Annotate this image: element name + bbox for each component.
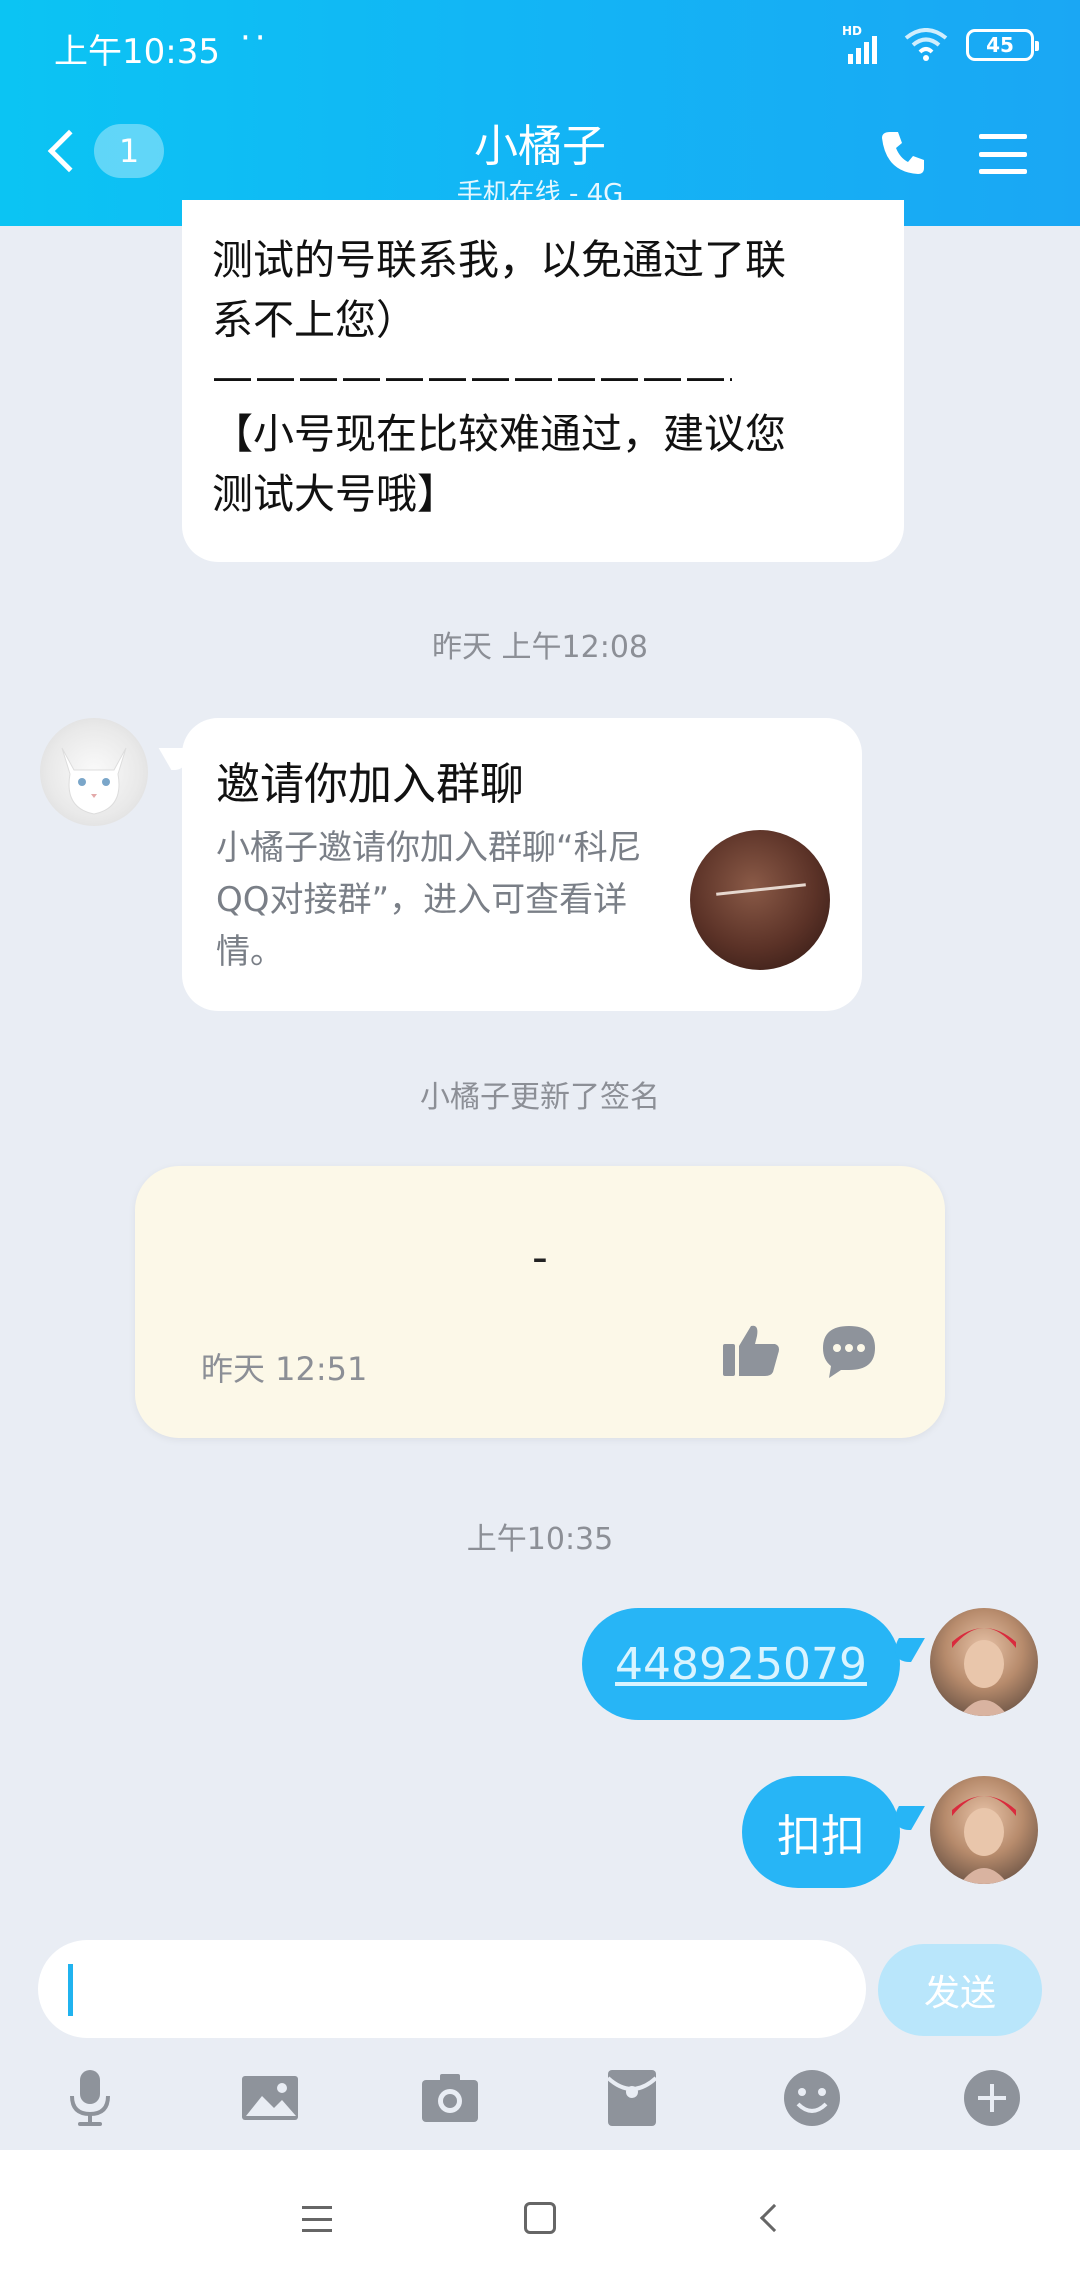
- image-icon[interactable]: [238, 2066, 302, 2130]
- incoming-message-bubble[interactable]: 测试的号联系我，以免通过了联 系不上您） —————————————————— …: [182, 200, 904, 562]
- message-input[interactable]: [38, 1940, 866, 2038]
- signal-icon: HD: [842, 24, 886, 64]
- group-avatar: [690, 830, 830, 970]
- plus-icon[interactable]: [960, 2066, 1024, 2130]
- signature-card[interactable]: - 昨天 12:51: [135, 1166, 945, 1438]
- phone-icon[interactable]: [878, 128, 928, 178]
- group-invite-card[interactable]: 邀请你加入群聊 小橘子邀请你加入群聊“科尼QQ对接群”，进入可查看详情。: [182, 718, 862, 1011]
- invite-description: 小橘子邀请你加入群聊“科尼QQ对接群”，进入可查看详情。: [216, 828, 642, 972]
- contact-avatar[interactable]: [40, 718, 148, 826]
- timestamp: 上午10:35: [466, 1522, 614, 1557]
- menu-icon[interactable]: [979, 134, 1027, 174]
- my-avatar[interactable]: [930, 1608, 1038, 1716]
- message-line: 测试大号哦】: [212, 470, 458, 518]
- wifi-icon: [904, 28, 948, 61]
- text-cursor: [68, 1964, 73, 2016]
- signature-text: -: [532, 1232, 548, 1283]
- message-link[interactable]: 448925079: [615, 1639, 867, 1690]
- red-packet-icon[interactable]: [600, 2066, 664, 2130]
- thumbs-up-icon[interactable]: [721, 1322, 781, 1378]
- message-line: 【小号现在比较难通过，建议您: [212, 410, 786, 458]
- outgoing-message-bubble[interactable]: 448925079: [582, 1608, 900, 1720]
- battery-indicator: 45: [966, 29, 1039, 61]
- recents-icon[interactable]: [302, 2206, 332, 2232]
- back-icon[interactable]: [759, 2203, 789, 2233]
- system-navigation-bar: [0, 2150, 1080, 2280]
- message-line: 测试的号联系我，以免通过了联: [212, 236, 786, 284]
- status-icons: HD 45: [842, 24, 1039, 64]
- signature-time: 昨天 12:51: [201, 1350, 368, 1388]
- system-notice: 小橘子更新了签名: [420, 1080, 660, 1115]
- message-line: 系不上您）: [212, 296, 417, 344]
- status-time: 上午10:35: [54, 32, 220, 72]
- timestamp: 昨天 上午12:08: [432, 630, 648, 665]
- status-notification-dots: ··: [240, 18, 270, 58]
- outgoing-message-bubble[interactable]: 扣扣: [742, 1776, 900, 1888]
- microphone-icon[interactable]: [58, 2066, 122, 2130]
- top-header: 上午10:35 ·· HD 45 1 小橘子 手机在线 - 4G: [0, 0, 1080, 226]
- camera-icon[interactable]: [418, 2066, 482, 2130]
- emoji-icon[interactable]: [780, 2066, 844, 2130]
- my-avatar[interactable]: [930, 1776, 1038, 1884]
- invite-title: 邀请你加入群聊: [216, 759, 524, 810]
- send-button[interactable]: 发送: [878, 1944, 1042, 2036]
- comment-icon[interactable]: [819, 1322, 879, 1378]
- home-icon[interactable]: [524, 2202, 556, 2234]
- message-line: ——————————————————: [212, 353, 732, 401]
